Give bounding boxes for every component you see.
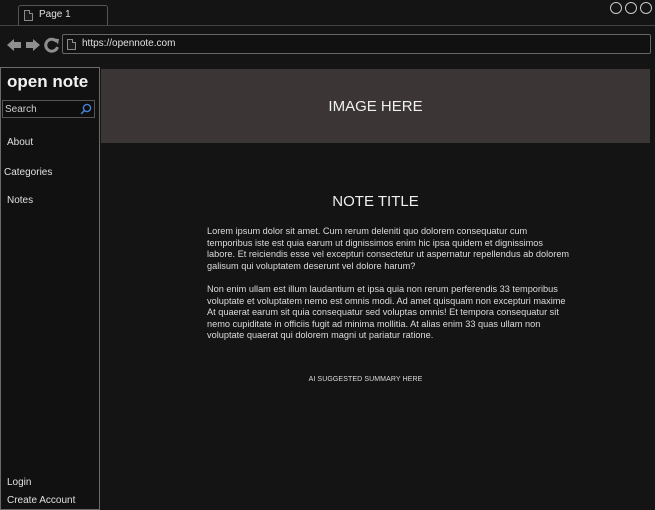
login-link[interactable]: Login bbox=[7, 477, 31, 488]
address-bar[interactable]: https://opennote.com bbox=[62, 34, 651, 54]
hero-image-label: IMAGE HERE bbox=[328, 97, 423, 115]
search-input[interactable] bbox=[3, 101, 81, 117]
url-text: https://opennote.com bbox=[82, 38, 176, 49]
page-icon bbox=[67, 39, 76, 50]
ai-summary-placeholder: AI SUGGESTED SUMMARY HERE bbox=[308, 376, 423, 383]
sidebar-item-categories[interactable]: Categories bbox=[4, 167, 52, 178]
tab-title: Page 1 bbox=[39, 9, 71, 20]
create-account-link[interactable]: Create Account bbox=[7, 495, 75, 506]
search-box[interactable] bbox=[2, 100, 95, 118]
forward-arrow-icon[interactable] bbox=[25, 37, 41, 53]
sidebar-item-notes[interactable]: Notes bbox=[7, 195, 33, 206]
window-control-icon[interactable] bbox=[610, 2, 622, 14]
note-paragraph: Non enim ullam est illum laudantium et i… bbox=[207, 284, 566, 340]
reload-icon[interactable] bbox=[44, 37, 60, 53]
tab-bar: Page 1 bbox=[0, 0, 655, 26]
search-icon[interactable] bbox=[80, 103, 92, 115]
browser-tab[interactable]: Page 1 bbox=[18, 5, 108, 25]
window-control-icon[interactable] bbox=[640, 2, 652, 14]
navigation-bar: https://opennote.com bbox=[0, 26, 655, 66]
hero-image-placeholder: IMAGE HERE bbox=[101, 69, 650, 143]
back-arrow-icon[interactable] bbox=[6, 37, 22, 53]
note-title: NOTE TITLE bbox=[332, 193, 419, 210]
window-control-icon[interactable] bbox=[625, 2, 637, 14]
note-paragraph: Lorem ipsum dolor sit amet. Cum rerum de… bbox=[207, 226, 570, 271]
sidebar-item-about[interactable]: About bbox=[7, 137, 33, 148]
brand-logo-text[interactable]: open note bbox=[7, 72, 88, 92]
page-icon bbox=[24, 10, 33, 21]
sidebar: open note About Categories Notes Login C… bbox=[0, 67, 100, 510]
